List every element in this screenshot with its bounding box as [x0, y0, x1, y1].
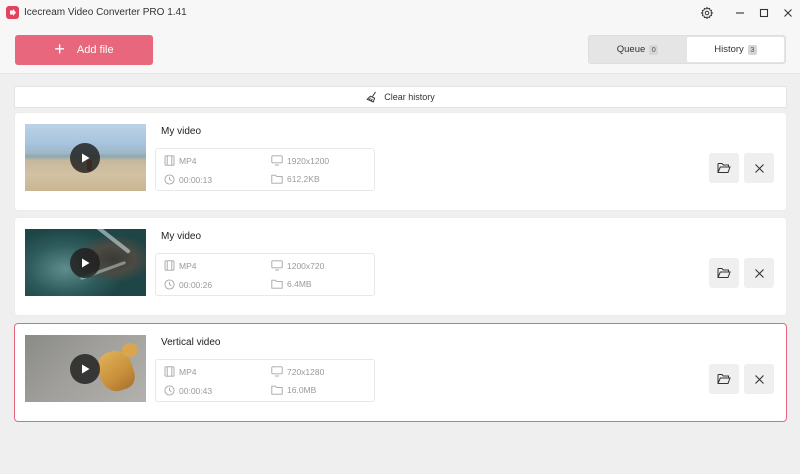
video-thumbnail[interactable]: [25, 124, 146, 191]
format-value: MP4: [179, 366, 197, 377]
add-file-button[interactable]: + Add file: [15, 35, 153, 65]
format-value: MP4: [179, 260, 197, 271]
format-info: MP4: [164, 366, 196, 377]
format-info: MP4: [164, 260, 196, 271]
settings-button[interactable]: [697, 3, 717, 23]
resolution-info: 720x1280: [271, 366, 324, 377]
title-bar: Icecream Video Converter PRO 1.41: [0, 0, 800, 26]
open-folder-button[interactable]: [709, 153, 739, 183]
tab-queue-label: Queue: [616, 44, 646, 55]
close-icon: [754, 163, 764, 173]
size-info: 612.2KB: [271, 174, 320, 184]
plus-icon: +: [54, 39, 65, 59]
folder-icon: [271, 279, 283, 289]
film-icon: [164, 366, 175, 377]
open-folder-button[interactable]: [709, 258, 739, 288]
window-title: Icecream Video Converter PRO 1.41: [24, 7, 187, 18]
folder-icon: [271, 385, 283, 395]
video-item[interactable]: My video MP4 1200x720 00:00:26 6.4MB: [14, 217, 787, 316]
broom-icon: [366, 91, 377, 103]
clear-history-label: Clear history: [384, 92, 435, 102]
resolution-value: 1920x1200: [287, 155, 330, 166]
tab-history-label: History: [714, 44, 744, 55]
gear-icon: [700, 6, 714, 20]
resolution-info: 1200x720: [271, 260, 324, 271]
video-title: My video: [161, 231, 202, 242]
play-button[interactable]: [70, 354, 100, 384]
duration-value: 00:00:26: [179, 279, 213, 290]
maximize-button[interactable]: [754, 3, 774, 23]
minimize-button[interactable]: [730, 3, 750, 23]
video-info: MP4 720x1280 00:00:43 16.0MB: [155, 359, 375, 402]
duration-info: 00:00:13: [164, 174, 212, 185]
history-count-badge: 3: [747, 44, 757, 55]
tab-queue[interactable]: Queue 0: [589, 36, 686, 63]
queue-count-badge: 0: [649, 44, 659, 55]
duration-value: 00:00:43: [179, 385, 213, 396]
close-icon: [754, 268, 764, 278]
clock-icon: [164, 385, 175, 396]
video-item[interactable]: My video MP4 1920x1200 00:00:13 612.2KB: [14, 112, 787, 211]
remove-button[interactable]: [744, 364, 774, 394]
view-tabs: Queue 0 History 3: [588, 35, 786, 64]
duration-info: 00:00:26: [164, 279, 212, 290]
video-thumbnail[interactable]: [25, 229, 146, 296]
play-icon: [82, 153, 90, 163]
size-info: 16.0MB: [271, 385, 316, 395]
film-icon: [164, 260, 175, 271]
add-file-label: Add file: [76, 44, 114, 56]
play-button[interactable]: [70, 143, 100, 173]
monitor-icon: [271, 366, 283, 377]
size-value: 16.0MB: [287, 385, 317, 395]
play-button[interactable]: [70, 248, 100, 278]
monitor-icon: [271, 260, 283, 271]
size-info: 6.4MB: [271, 279, 312, 289]
video-item[interactable]: Vertical video MP4 720x1280 00:00:43 16.…: [14, 323, 787, 422]
remove-button[interactable]: [744, 153, 774, 183]
remove-button[interactable]: [744, 258, 774, 288]
video-info: MP4 1920x1200 00:00:13 612.2KB: [155, 148, 375, 191]
resolution-value: 720x1280: [287, 366, 325, 377]
format-info: MP4: [164, 155, 196, 166]
maximize-icon: [759, 8, 769, 18]
video-title: Vertical video: [161, 337, 221, 348]
clock-icon: [164, 174, 175, 185]
folder-icon: [271, 174, 283, 184]
duration-info: 00:00:43: [164, 385, 212, 396]
folder-open-icon: [717, 268, 731, 278]
app-logo-icon: [6, 6, 19, 19]
open-folder-button[interactable]: [709, 364, 739, 394]
monitor-icon: [271, 155, 283, 166]
play-icon: [82, 258, 90, 268]
close-icon: [754, 374, 764, 384]
format-value: MP4: [179, 155, 197, 166]
film-icon: [164, 155, 175, 166]
size-value: 6.4MB: [287, 279, 312, 289]
close-icon: [784, 9, 792, 17]
play-icon: [82, 364, 90, 374]
close-button[interactable]: [778, 3, 798, 23]
duration-value: 00:00:13: [179, 174, 213, 185]
folder-open-icon: [717, 163, 731, 173]
toolbar: + Add file Queue 0 History 3: [0, 26, 800, 74]
tab-history[interactable]: History 3: [687, 37, 784, 62]
folder-open-icon: [717, 374, 731, 384]
resolution-value: 1200x720: [287, 260, 325, 271]
video-title: My video: [161, 126, 202, 137]
size-value: 612.2KB: [287, 174, 320, 184]
resolution-info: 1920x1200: [271, 155, 329, 166]
video-thumbnail[interactable]: [25, 335, 146, 402]
clear-history-button[interactable]: Clear history: [14, 86, 787, 108]
minimize-icon: [736, 12, 744, 14]
video-info: MP4 1200x720 00:00:26 6.4MB: [155, 253, 375, 296]
clock-icon: [164, 279, 175, 290]
